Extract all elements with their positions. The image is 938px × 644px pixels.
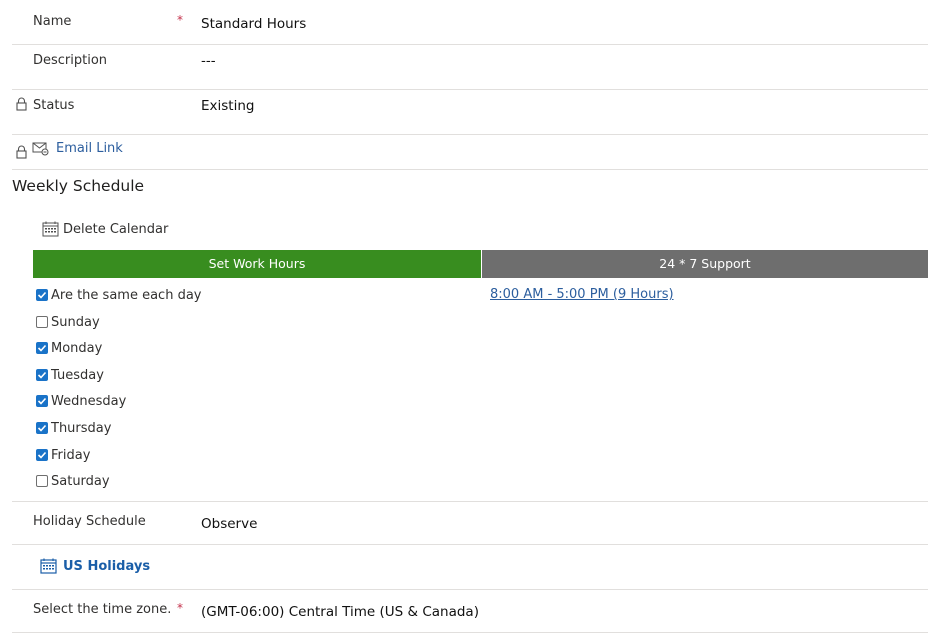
same-each-day-label: Are the same each day: [51, 287, 202, 303]
section-title-weekly-schedule: Weekly Schedule: [12, 177, 145, 195]
lock-icon: [16, 97, 27, 111]
day-checkbox-saturday[interactable]: Saturday: [36, 472, 110, 490]
status-label: Status: [33, 98, 75, 113]
checkbox[interactable]: [36, 316, 48, 328]
description-label: Description: [33, 53, 108, 68]
work-hours-link[interactable]: 8:00 AM - 5:00 PM (9 Hours): [490, 287, 674, 302]
calendar-icon: [40, 558, 57, 574]
divider: [12, 501, 928, 502]
day-checkbox-sunday[interactable]: Sunday: [36, 313, 100, 331]
day-label: Tuesday: [51, 367, 104, 383]
checkbox[interactable]: [36, 395, 48, 407]
checkbox[interactable]: [36, 475, 48, 487]
us-holidays-label: US Holidays: [63, 558, 151, 574]
description-value[interactable]: ---: [201, 53, 216, 69]
day-label: Wednesday: [51, 393, 127, 409]
day-checkbox-wednesday[interactable]: Wednesday: [36, 392, 126, 410]
email-link[interactable]: Email Link: [56, 141, 123, 156]
day-label: Saturday: [51, 473, 110, 489]
divider: [12, 632, 928, 633]
checkbox[interactable]: [36, 449, 48, 461]
day-checkbox-monday[interactable]: Monday: [36, 339, 102, 357]
us-holidays-link[interactable]: US Holidays: [40, 558, 150, 574]
required-indicator: *: [177, 601, 183, 615]
day-checkbox-thursday[interactable]: Thursday: [36, 419, 111, 437]
divider: [12, 589, 928, 590]
checkbox[interactable]: [36, 369, 48, 381]
day-checkbox-tuesday[interactable]: Tuesday: [36, 366, 104, 384]
status-value: Existing: [201, 98, 255, 114]
divider: [12, 169, 928, 170]
day-label: Sunday: [51, 314, 100, 330]
tab-set-work-hours[interactable]: Set Work Hours: [33, 250, 481, 278]
day-checkbox-friday[interactable]: Friday: [36, 446, 90, 464]
day-label: Thursday: [51, 420, 112, 436]
day-label: Monday: [51, 340, 103, 356]
lock-icon: [16, 145, 27, 159]
divider: [12, 134, 928, 135]
divider: [12, 44, 928, 45]
divider: [12, 544, 928, 545]
tab-24-7-support[interactable]: 24 * 7 Support: [482, 250, 928, 278]
timezone-value[interactable]: (GMT-06:00) Central Time (US & Canada): [201, 604, 479, 620]
holiday-schedule-label: Holiday Schedule: [33, 514, 146, 529]
email-link-icon: [32, 142, 49, 156]
name-label: Name: [33, 14, 72, 29]
timezone-label: Select the time zone.: [33, 602, 172, 617]
name-value[interactable]: Standard Hours: [201, 16, 306, 32]
delete-calendar-button[interactable]: Delete Calendar: [42, 221, 168, 237]
required-indicator: *: [177, 13, 183, 27]
divider: [12, 89, 928, 90]
checkbox[interactable]: [36, 289, 48, 301]
same-each-day-checkbox[interactable]: Are the same each day: [36, 286, 201, 304]
checkbox[interactable]: [36, 342, 48, 354]
day-label: Friday: [51, 447, 91, 463]
delete-calendar-label: Delete Calendar: [63, 221, 169, 237]
calendar-icon: [42, 221, 59, 237]
holiday-schedule-value[interactable]: Observe: [201, 516, 257, 532]
checkbox[interactable]: [36, 422, 48, 434]
